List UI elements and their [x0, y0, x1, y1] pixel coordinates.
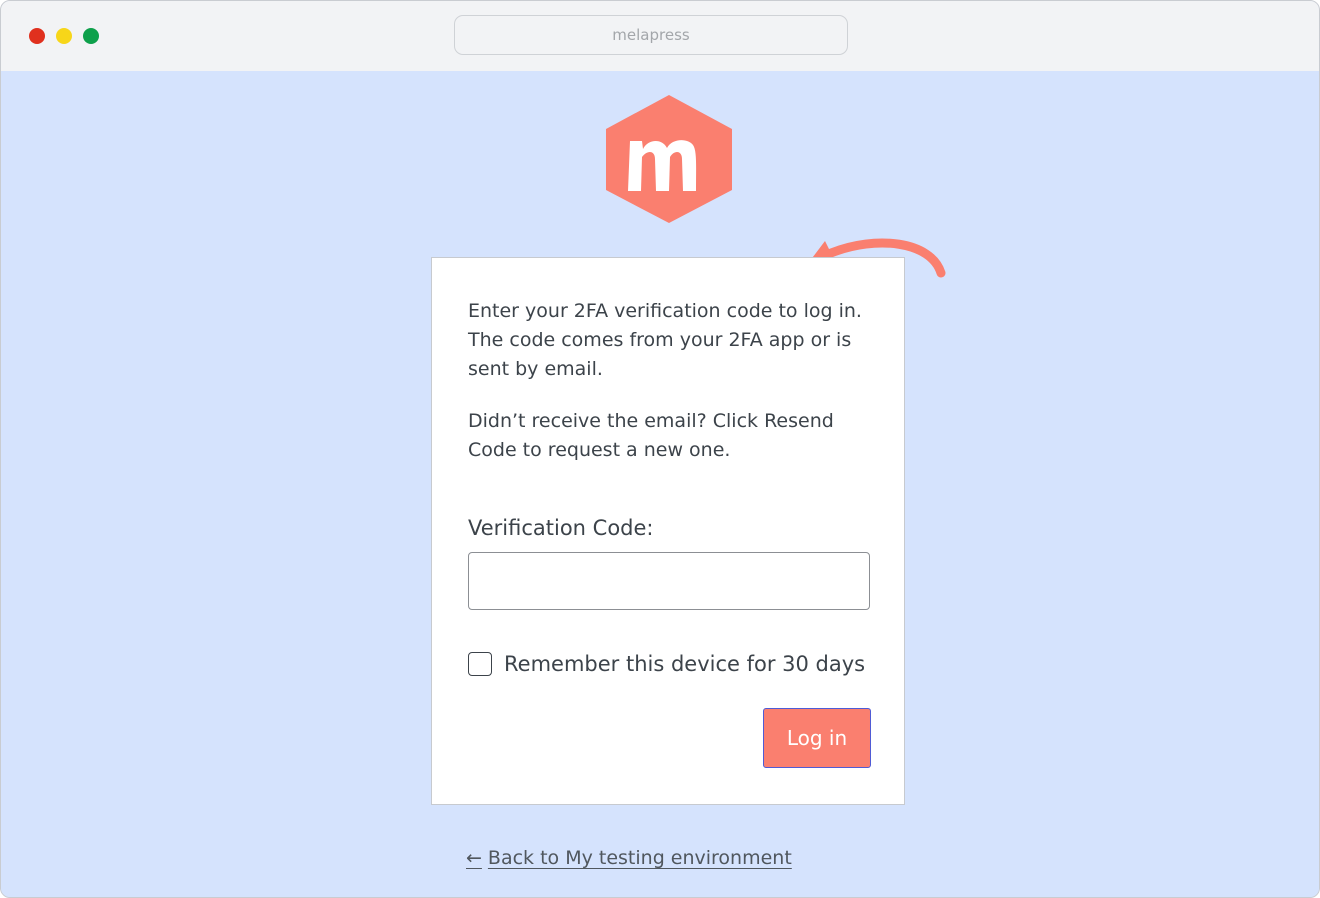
close-window-button[interactable] — [29, 28, 45, 44]
verification-code-label: Verification Code: — [468, 516, 654, 540]
remember-device-label[interactable]: Remember this device for 30 days — [504, 652, 865, 676]
back-link-label: Back to My testing environment — [487, 847, 792, 869]
remember-device-checkbox[interactable] — [468, 652, 492, 676]
minimize-window-button[interactable] — [56, 28, 72, 44]
browser-window: melapress Enter your 2FA verification co… — [0, 0, 1320, 898]
instructions-text: Enter your 2FA verification code to log … — [468, 300, 862, 380]
back-to-site-link[interactable]: ← Back to My testing environment — [466, 847, 792, 869]
maximize-window-button[interactable] — [83, 28, 99, 44]
title-bar: melapress — [1, 1, 1319, 71]
verification-code-input[interactable] — [468, 552, 870, 610]
resend-hint-text: Didn’t receive the email? Click Resend C… — [468, 410, 834, 461]
logo-letter-m — [628, 140, 697, 191]
remember-device-row[interactable]: Remember this device for 30 days — [468, 651, 865, 677]
login-button[interactable]: Log in — [763, 708, 871, 768]
melapress-logo — [606, 95, 732, 223]
left-arrow-icon: ← — [466, 847, 482, 869]
address-bar[interactable]: melapress — [454, 15, 848, 55]
login-form-card: Enter your 2FA verification code to log … — [431, 257, 905, 805]
page-content: Enter your 2FA verification code to log … — [1, 71, 1319, 897]
